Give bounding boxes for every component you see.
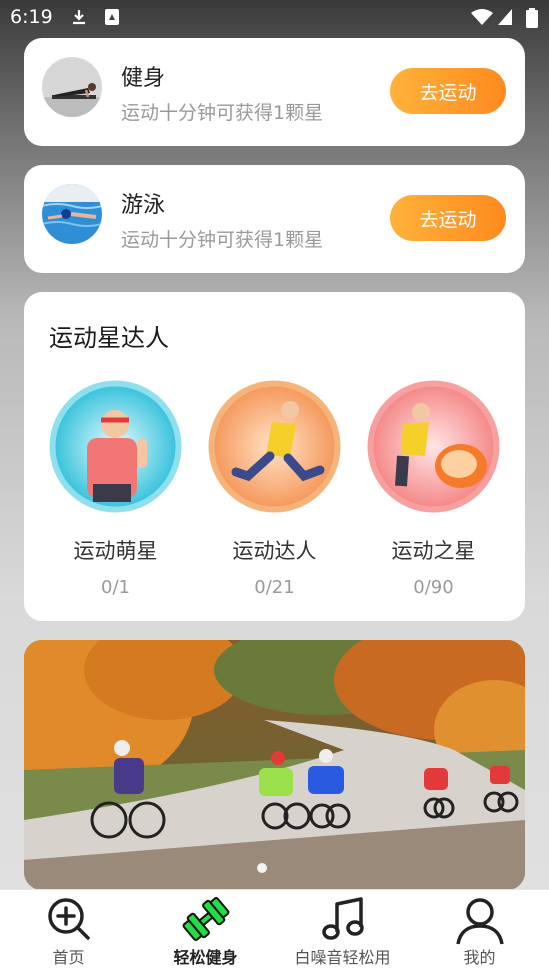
cycling-banner-image[interactable] bbox=[24, 640, 525, 890]
music-note-icon bbox=[321, 897, 364, 940]
badge-name: 运动之星 bbox=[391, 539, 476, 563]
bottom-tab-bar: 首页 轻松健身 白噪音轻松用 我的 bbox=[0, 889, 549, 977]
tab-easy-fitness[interactable]: 轻松健身 bbox=[137, 890, 274, 977]
swimming-avatar bbox=[42, 184, 102, 244]
exercise-desc: 运动十分钟可获得1颗星 bbox=[121, 229, 324, 251]
notification-icon bbox=[105, 9, 119, 25]
dumbbell-icon bbox=[182, 897, 229, 941]
badge-progress: 0/1 bbox=[101, 577, 130, 598]
tab-label: 白噪音轻松用 bbox=[294, 948, 391, 967]
badge-name: 运动萌星 bbox=[73, 539, 158, 563]
badge-progress: 0/90 bbox=[413, 577, 454, 598]
badge-sports-expert[interactable]: 运动达人 0/21 bbox=[208, 380, 341, 598]
exercise-desc: 运动十分钟可获得1颗星 bbox=[121, 102, 324, 124]
exercise-card-fitness: 健身 运动十分钟可获得1颗星 去运动 bbox=[24, 38, 525, 146]
badge-cute-star[interactable]: 运动萌星 0/1 bbox=[49, 380, 182, 598]
tab-white-noise[interactable]: 白噪音轻松用 bbox=[274, 890, 411, 977]
exercise-card-swimming: 游泳 运动十分钟可获得1颗星 去运动 bbox=[24, 165, 525, 273]
wifi-icon bbox=[471, 9, 493, 25]
badge-sports-expert-icon bbox=[208, 380, 341, 513]
tab-mine[interactable]: 我的 bbox=[411, 890, 548, 977]
battery-icon bbox=[526, 8, 538, 28]
fitness-avatar bbox=[42, 57, 102, 117]
tab-label: 首页 bbox=[52, 948, 85, 967]
section-title: 运动星达人 bbox=[49, 324, 169, 352]
status-bar: 6:19 bbox=[0, 0, 549, 34]
badge-cute-star-icon bbox=[49, 380, 182, 513]
download-icon bbox=[73, 10, 85, 25]
tab-home[interactable]: 首页 bbox=[0, 890, 137, 977]
exercise-title: 游泳 bbox=[121, 193, 166, 218]
badge-sports-star[interactable]: 运动之星 0/90 bbox=[367, 380, 500, 598]
tab-label: 我的 bbox=[463, 948, 496, 967]
badge-name: 运动达人 bbox=[232, 539, 317, 563]
go-exercise-button[interactable]: 去运动 bbox=[390, 68, 506, 114]
exercise-title: 健身 bbox=[121, 66, 166, 91]
sports-star-card: 运动星达人 运动萌星 0/1 运动达人 0/21 运动之星 0/90 bbox=[24, 292, 525, 621]
signal-icon bbox=[498, 9, 512, 25]
user-icon bbox=[455, 898, 504, 945]
zoom-in-icon bbox=[47, 898, 90, 940]
badge-progress: 0/21 bbox=[254, 577, 295, 598]
go-exercise-button[interactable]: 去运动 bbox=[390, 195, 506, 241]
tab-label: 轻松健身 bbox=[173, 948, 238, 967]
status-time: 6:19 bbox=[10, 6, 53, 28]
badge-sports-star-icon bbox=[367, 380, 500, 513]
